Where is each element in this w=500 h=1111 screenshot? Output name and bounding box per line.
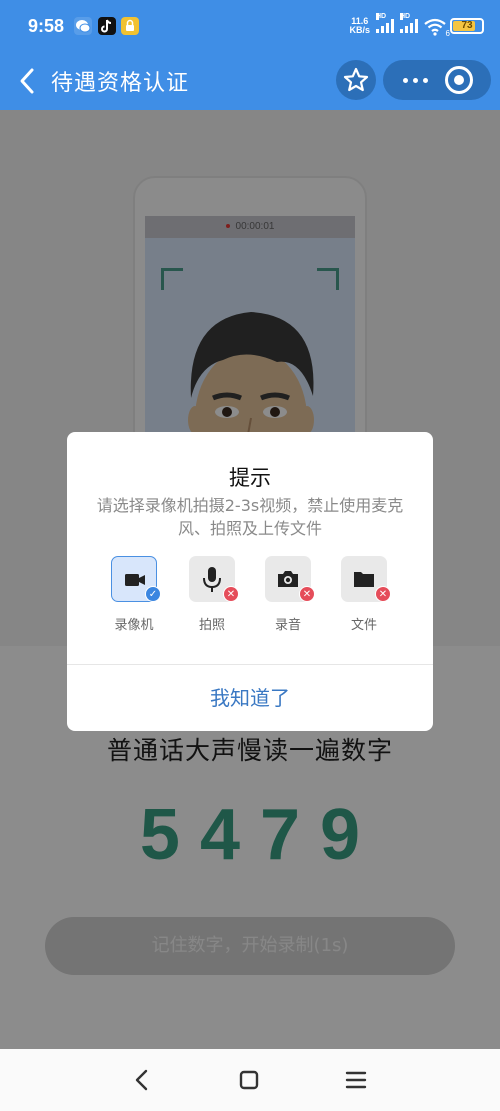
signal-2-icon: HD bbox=[400, 13, 418, 33]
option-file[interactable]: ✕ 文件 bbox=[339, 556, 391, 636]
disabled-x-icon: ✕ bbox=[223, 586, 239, 602]
dialog-title: 提示 bbox=[229, 466, 271, 490]
option-label: 录音 bbox=[274, 618, 301, 633]
page-title: 待遇资格认证 bbox=[51, 71, 190, 96]
lock-icon bbox=[121, 17, 139, 35]
more-button[interactable] bbox=[393, 60, 437, 100]
signal-2-hd-label: HD bbox=[400, 13, 411, 20]
battery-icon: 73 bbox=[450, 18, 484, 34]
app-header: 待遇资格认证 bbox=[0, 52, 500, 110]
capture-options: ✓ 录像机 ✕ 拍照 ✕ 录音 ✕ 文件 bbox=[107, 556, 397, 636]
option-label: 录像机 bbox=[114, 618, 154, 633]
status-bar: 9:58 11.6 KB/s HD HD 6 73 bbox=[0, 0, 500, 52]
signal-icon: HD bbox=[376, 13, 394, 33]
option-label: 拍照 bbox=[198, 618, 225, 633]
favorite-button[interactable] bbox=[336, 60, 376, 100]
network-speed-unit: KB/s bbox=[349, 25, 370, 35]
menu-capsule bbox=[383, 60, 491, 100]
tip-dialog: 提示 请选择录像机拍摄2-3s视频，禁止使用麦克风、拍照及上传文件 ✓ 录像机 … bbox=[67, 432, 433, 731]
confirm-button[interactable]: 我知道了 bbox=[67, 665, 433, 731]
selected-check-icon: ✓ bbox=[145, 586, 161, 602]
network-speed: 11.6 KB/s bbox=[349, 17, 370, 35]
system-nav-bar bbox=[0, 1049, 500, 1111]
star-icon bbox=[343, 67, 369, 92]
status-time: 9:58 bbox=[28, 16, 65, 36]
nav-menu-icon bbox=[345, 1071, 367, 1089]
back-arrow-icon bbox=[20, 68, 34, 94]
option-video-camera[interactable]: ✓ 录像机 bbox=[109, 556, 161, 636]
signal-hd-label: HD bbox=[376, 13, 387, 20]
option-photo[interactable]: ✕ 拍照 bbox=[187, 556, 239, 636]
option-audio[interactable]: ✕ 录音 bbox=[263, 556, 315, 636]
option-label: 文件 bbox=[350, 618, 377, 633]
tiktok-icon bbox=[98, 17, 116, 35]
wifi-icon: 6 bbox=[424, 18, 450, 38]
dialog-message: 请选择录像机拍摄2-3s视频，禁止使用麦克风、拍照及上传文件 bbox=[96, 496, 404, 538]
nav-home-button[interactable] bbox=[229, 1063, 269, 1097]
nav-menu-button[interactable] bbox=[336, 1063, 376, 1097]
back-button[interactable] bbox=[14, 64, 44, 98]
disabled-x-icon: ✕ bbox=[375, 586, 391, 602]
wechat-icon bbox=[74, 17, 92, 35]
close-miniprogram-button[interactable] bbox=[445, 66, 473, 94]
nav-home-icon bbox=[239, 1070, 259, 1090]
disabled-x-icon: ✕ bbox=[299, 586, 315, 602]
battery-level: 73 bbox=[461, 20, 473, 31]
nav-back-button[interactable] bbox=[122, 1063, 162, 1097]
nav-back-icon bbox=[135, 1069, 148, 1091]
status-indicators: 11.6 KB/s HD HD 6 73 bbox=[349, 13, 484, 38]
